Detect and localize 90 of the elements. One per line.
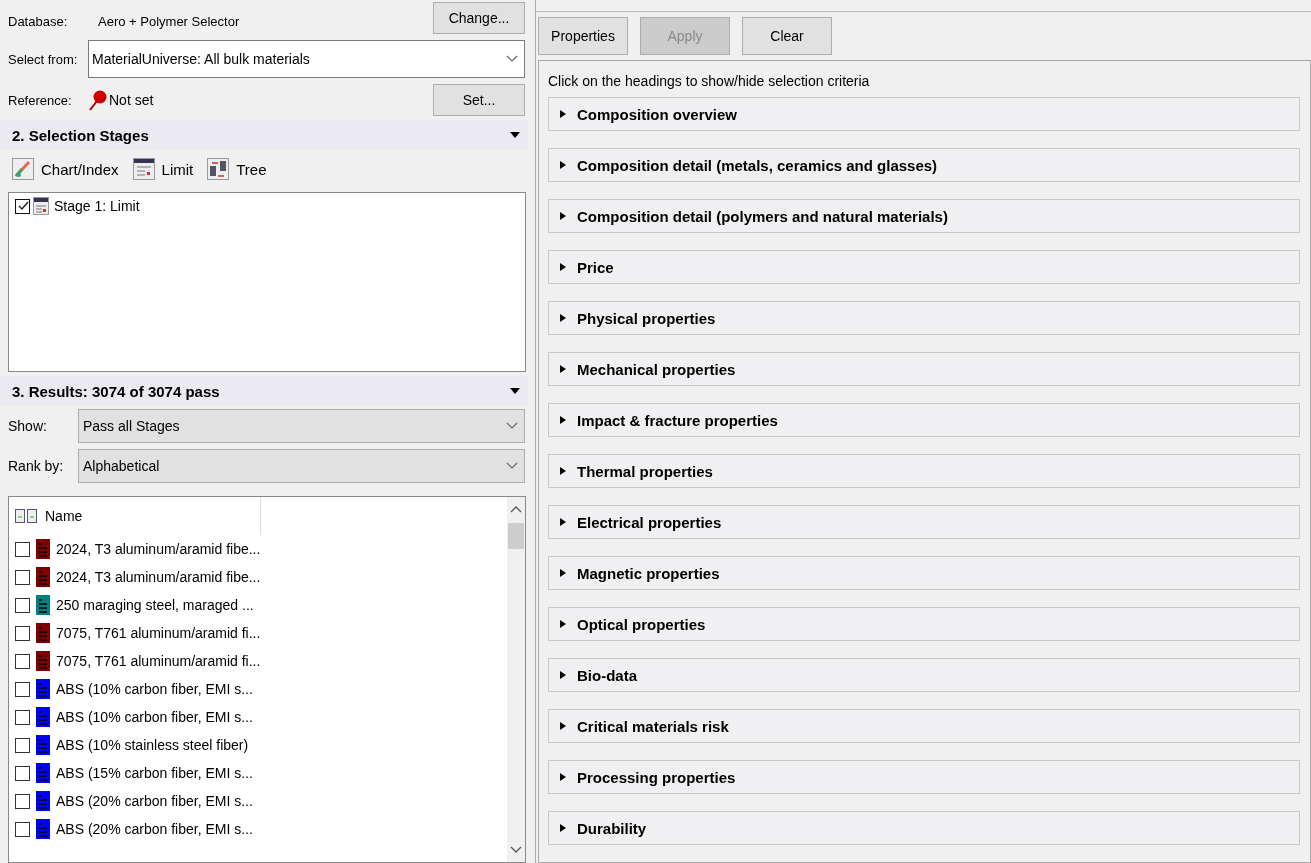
show-dropdown[interactable]: Pass all Stages [78, 409, 525, 443]
expand-triangle-icon [559, 416, 567, 424]
material-name[interactable]: 7075, T761 aluminum/aramid fi... [56, 653, 261, 669]
results-title: 3. Results: 3074 of 3074 pass [12, 382, 220, 400]
pencil-chart-icon [12, 158, 34, 180]
row-checkbox[interactable] [15, 709, 30, 725]
scroll-down-icon[interactable] [510, 846, 522, 854]
scrollbar-thumb[interactable] [508, 523, 524, 549]
criteria-heading[interactable]: Physical properties [548, 301, 1300, 335]
chevron-down-icon [506, 462, 518, 470]
material-name[interactable]: ABS (10% carbon fiber, EMI s... [56, 681, 253, 697]
material-name[interactable]: 250 maraging steel, maraged ... [56, 597, 254, 613]
vertical-scrollbar[interactable] [507, 497, 525, 862]
row-checkbox[interactable] [15, 793, 30, 809]
material-name[interactable]: ABS (10% carbon fiber, EMI s... [56, 709, 253, 725]
name-column-header[interactable]: Name [45, 508, 83, 524]
set-button[interactable]: Set... [433, 84, 525, 116]
criteria-heading[interactable]: Bio-data [548, 658, 1300, 692]
columns-icon [15, 509, 37, 523]
material-name[interactable]: 2024, T3 aluminum/aramid fibe... [56, 541, 261, 557]
criteria-heading[interactable]: Optical properties [548, 607, 1300, 641]
rank-by-dropdown[interactable]: Alphabetical [78, 449, 525, 483]
select-from-label: Select from: [8, 51, 79, 67]
criteria-heading[interactable]: Composition overview [548, 97, 1300, 131]
form-window-icon [33, 197, 49, 215]
database-name: Aero + Polymer Selector [97, 13, 241, 29]
stage-checkbox[interactable] [15, 198, 30, 214]
row-checkbox[interactable] [15, 569, 30, 585]
scroll-up-icon[interactable] [510, 505, 522, 513]
criteria-heading[interactable]: Impact & fracture properties [548, 403, 1300, 437]
criteria-heading[interactable]: Price [548, 250, 1300, 284]
material-name[interactable]: ABS (10% stainless steel fiber) [56, 737, 249, 753]
criteria-heading[interactable]: Mechanical properties [548, 352, 1300, 386]
toolbar-button[interactable]: Clear [742, 17, 832, 55]
criteria-heading[interactable]: Processing properties [548, 760, 1300, 794]
criteria-heading[interactable]: Durability [548, 811, 1300, 845]
rank-by-label: Rank by: [8, 458, 65, 474]
criteria-heading[interactable]: Critical materials risk [548, 709, 1300, 743]
expand-triangle-icon [559, 722, 567, 730]
change-button[interactable]: Change... [433, 2, 525, 34]
expand-triangle-icon [559, 263, 567, 271]
row-checkbox[interactable] [15, 597, 30, 613]
reference-label: Reference: [8, 92, 73, 108]
expand-triangle-icon [559, 314, 567, 322]
criteria-heading[interactable]: Composition detail (metals, ceramics and glasses) [548, 148, 1300, 182]
expand-triangle-icon [559, 671, 567, 679]
criteria-heading[interactable]: Composition detail (polymers and natural materials) [548, 199, 1300, 233]
hint-text: Click on the headings to show/hide selection criteria [548, 73, 871, 89]
select-from-dropdown[interactable]: MaterialUniverse: All bulk materials [88, 40, 525, 78]
chevron-down-icon [506, 422, 518, 430]
tree-swap-icon [207, 158, 230, 180]
stage-label[interactable]: Stage 1: Limit [54, 198, 140, 214]
row-checkbox[interactable] [15, 681, 30, 697]
selection-stages-title: 2. Selection Stages [12, 126, 149, 144]
row-checkbox[interactable] [15, 541, 30, 557]
material-name[interactable]: 7075, T761 aluminum/aramid fi... [56, 625, 261, 641]
expand-triangle-icon [559, 824, 567, 832]
expand-triangle-icon [559, 569, 567, 577]
form-window-icon [132, 158, 155, 180]
row-checkbox[interactable] [15, 821, 30, 837]
material-name[interactable]: ABS (15% carbon fiber, EMI s... [56, 765, 253, 781]
expand-triangle-icon [559, 518, 567, 526]
row-checkbox[interactable] [15, 653, 30, 669]
expand-triangle-icon [559, 467, 567, 475]
stage-tool-button[interactable]: Limit [132, 158, 194, 180]
expand-triangle-icon [559, 110, 567, 118]
expand-triangle-icon [559, 365, 567, 373]
stage-tool-button[interactable]: Tree [207, 158, 267, 180]
expand-triangle-icon [559, 773, 567, 781]
dropdown-triangle-icon[interactable] [510, 132, 520, 138]
material-name[interactable]: ABS (20% carbon fiber, EMI s... [56, 793, 253, 809]
row-checkbox[interactable] [15, 737, 30, 753]
material-name[interactable]: ABS (20% carbon fiber, EMI s... [56, 821, 253, 837]
material-name[interactable]: 2024, T3 aluminum/aramid fibe... [56, 569, 261, 585]
database-label: Database: [8, 13, 69, 29]
criteria-heading[interactable]: Thermal properties [548, 454, 1300, 488]
dropdown-triangle-icon[interactable] [510, 388, 520, 394]
row-checkbox[interactable] [15, 625, 30, 641]
pushpin-icon [88, 89, 108, 111]
chevron-down-icon [506, 55, 518, 63]
criteria-heading[interactable]: Electrical properties [548, 505, 1300, 539]
show-label: Show: [8, 418, 48, 434]
expand-triangle-icon [559, 161, 567, 169]
reference-value: Not set [109, 92, 155, 108]
criteria-heading[interactable]: Magnetic properties [548, 556, 1300, 590]
row-checkbox[interactable] [15, 765, 30, 781]
toolbar-button[interactable]: Properties [538, 17, 628, 55]
expand-triangle-icon [559, 620, 567, 628]
stage-tool-button[interactable]: Chart/Index [12, 158, 119, 180]
expand-triangle-icon [559, 212, 567, 220]
